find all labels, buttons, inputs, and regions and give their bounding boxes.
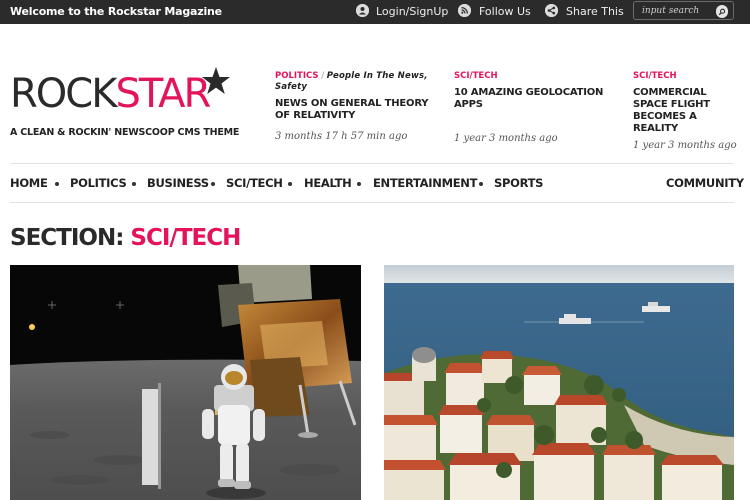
nav-separator bbox=[288, 182, 292, 186]
section-title: SECTION: SCI/TECH bbox=[10, 225, 241, 251]
nav-item-health[interactable]: HEALTH bbox=[304, 176, 352, 190]
article-image-moon-landing[interactable] bbox=[10, 265, 361, 500]
logo-rock: ROCK bbox=[10, 71, 117, 117]
article-time: 1 year 3 months ago bbox=[633, 140, 737, 151]
nav-separator bbox=[132, 182, 136, 186]
user-icon[interactable] bbox=[356, 4, 369, 17]
divider bbox=[10, 163, 734, 164]
nav-item-scitech[interactable]: SCI/TECH bbox=[226, 176, 283, 190]
nav-item-entertainment[interactable]: ENTERTAINMENT bbox=[373, 176, 477, 190]
search-icon[interactable] bbox=[716, 5, 728, 18]
article-time: 3 months 17 h 57 min ago bbox=[275, 131, 408, 142]
nav-item-politics[interactable]: POLITICS bbox=[70, 176, 127, 190]
article-image-coastal-town[interactable] bbox=[384, 265, 734, 500]
logo-star-text: STAR bbox=[115, 71, 211, 117]
nav-item-business[interactable]: BUSINESS bbox=[147, 176, 209, 190]
nav-item-community[interactable]: COMMUNITY bbox=[666, 176, 744, 190]
login-signup-link[interactable]: Login/SignUp bbox=[376, 5, 448, 18]
star-icon bbox=[202, 67, 230, 94]
nav-separator bbox=[357, 182, 361, 186]
nav-separator bbox=[55, 182, 59, 186]
section-label: SECTION: bbox=[10, 225, 124, 251]
rss-icon[interactable] bbox=[458, 4, 471, 17]
site-tagline: A CLEAN & ROCKIN' NEWSCOOP CMS THEME bbox=[10, 127, 240, 138]
article-category[interactable]: POLITICS bbox=[275, 71, 319, 81]
site-logo[interactable]: ROCKSTAR bbox=[10, 70, 211, 118]
article-category[interactable]: SCI/TECH bbox=[454, 71, 498, 81]
nav-separator bbox=[479, 182, 483, 186]
featured-article[interactable]: SCI/TECH 10 AMAZING GEOLOCATION APPS 1 y… bbox=[454, 71, 614, 144]
article-title[interactable]: COMMERCIAL SPACE FLIGHT BECOMES A REALIT… bbox=[633, 87, 738, 135]
featured-article[interactable]: SCI/TECH COMMERCIAL SPACE FLIGHT BECOMES… bbox=[633, 71, 738, 151]
section-name: SCI/TECH bbox=[130, 225, 241, 251]
nav-item-home[interactable]: HOME bbox=[10, 176, 48, 190]
search-input[interactable] bbox=[642, 5, 712, 17]
article-title[interactable]: NEWS ON GENERAL THEORY OF RELATIVITY bbox=[275, 98, 435, 122]
search-box bbox=[633, 1, 734, 20]
featured-article[interactable]: POLITICS / People In The News, Safety NE… bbox=[275, 71, 435, 142]
article-time: 1 year 3 months ago bbox=[454, 133, 558, 144]
follow-us-link[interactable]: Follow Us bbox=[479, 5, 531, 18]
article-title[interactable]: 10 AMAZING GEOLOCATION APPS bbox=[454, 87, 614, 111]
share-this-link[interactable]: Share This bbox=[566, 5, 624, 18]
share-icon[interactable] bbox=[545, 4, 558, 17]
divider bbox=[10, 202, 734, 203]
nav-item-sports[interactable]: SPORTS bbox=[494, 176, 543, 190]
article-category[interactable]: SCI/TECH bbox=[633, 71, 677, 81]
top-bar: Welcome to the Rockstar Magazine Login/S… bbox=[0, 0, 750, 24]
welcome-text: Welcome to the Rockstar Magazine bbox=[10, 5, 222, 18]
nav-separator bbox=[211, 182, 215, 186]
